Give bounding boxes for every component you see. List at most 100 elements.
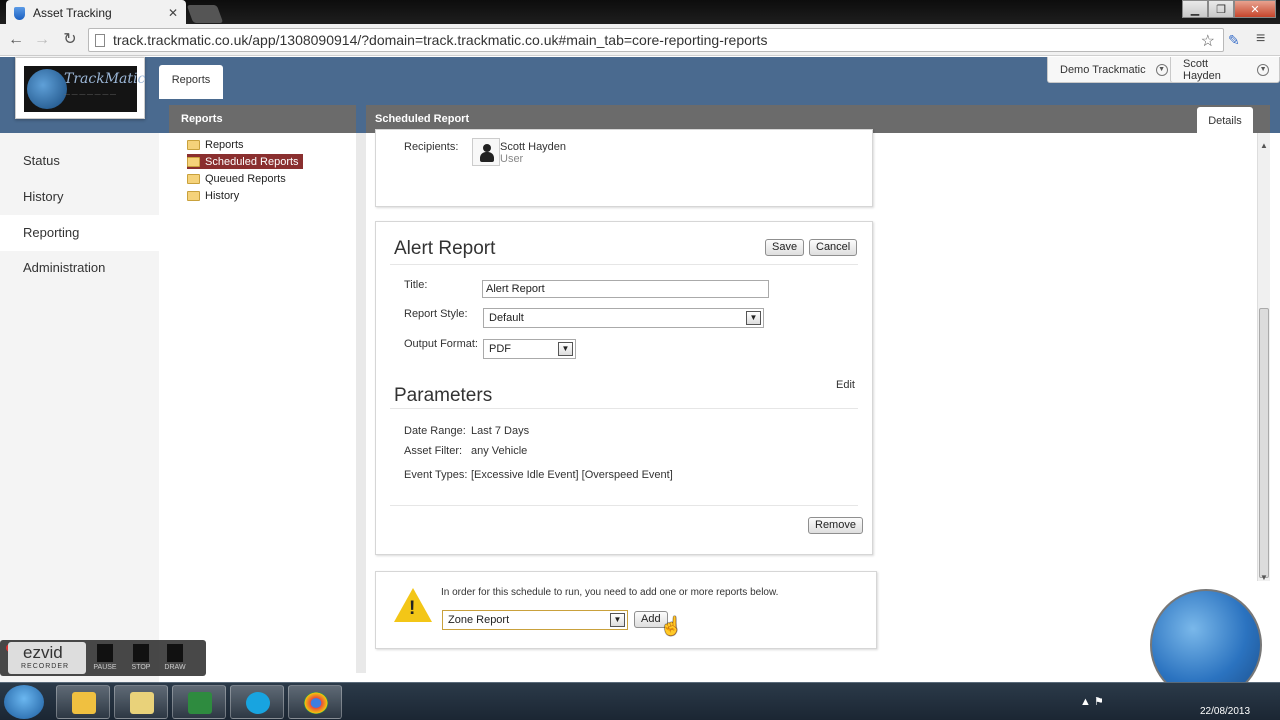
org-menu-label: Demo Trackmatic <box>1060 63 1146 76</box>
tab-close-icon[interactable]: ✕ <box>168 6 178 20</box>
taskbar-app-chrome[interactable] <box>288 685 342 719</box>
taskbar-clock: 22/08/2013 <box>1200 706 1251 717</box>
chevron-down-icon: ▼ <box>1155 63 1168 76</box>
close-window-icon[interactable]: ✕ <box>1234 0 1276 18</box>
recipients-card: Recipients: Scott Hayden User <box>375 129 873 207</box>
panel-divider[interactable] <box>356 133 366 673</box>
tree-item-reports[interactable]: Reports <box>187 137 248 152</box>
output-format-select[interactable]: PDF ▼ <box>483 339 576 359</box>
tab-reports[interactable]: Reports <box>159 65 223 99</box>
chevron-down-icon: ▼ <box>610 613 625 627</box>
menu-icon[interactable]: ≡ <box>1256 30 1265 48</box>
new-tab-button[interactable] <box>186 5 224 23</box>
taskbar-app-outlook[interactable] <box>56 685 110 719</box>
tree-item-queued-reports[interactable]: Queued Reports <box>187 171 290 186</box>
event-types-value: [Excessive Idle Event] [Overspeed Event] <box>471 469 673 481</box>
pause-icon <box>97 644 113 662</box>
logo[interactable]: TrackMatic — — — — — — — <box>15 57 145 119</box>
reports-tree: Reports Scheduled Reports Queued Reports… <box>169 133 356 673</box>
remove-button[interactable]: Remove <box>808 517 863 534</box>
date-range-label: Date Range: <box>404 425 466 437</box>
taskbar-app-skype[interactable] <box>230 685 284 719</box>
forward-icon[interactable]: → <box>32 30 52 50</box>
draw-button[interactable]: DRAW <box>161 644 189 674</box>
system-tray[interactable]: ▲ ⚑ <box>1080 695 1104 708</box>
excel-icon <box>188 692 212 714</box>
stop-icon <box>133 644 149 662</box>
tree-item-history[interactable]: History <box>187 188 243 203</box>
stop-button[interactable]: STOP <box>127 644 155 674</box>
browser-tab-strip: Asset Tracking ✕ ▁ ❐ ✕ <box>0 0 1280 26</box>
divider <box>390 264 858 265</box>
tree-item-label: Queued Reports <box>205 172 286 185</box>
tree-item-label: Scheduled Reports <box>205 155 299 168</box>
event-types-label: Event Types: <box>404 469 468 481</box>
tree-item-scheduled-reports[interactable]: Scheduled Reports <box>187 154 303 169</box>
browser-toolbar: ← → ↻ track.trackmatic.co.uk/app/1308090… <box>0 24 1280 56</box>
add-report-card: ! In order for this schedule to run, you… <box>375 571 877 649</box>
scroll-up-icon[interactable]: ▲ <box>1260 141 1268 150</box>
recipients-label: Recipients: <box>404 141 459 153</box>
back-icon[interactable]: ← <box>6 30 26 50</box>
schedule-warning-message: In order for this schedule to run, you n… <box>441 587 779 598</box>
bookmark-star-icon[interactable]: ☆ <box>1201 31 1215 51</box>
tree-panel-header: Reports <box>169 105 356 133</box>
nav-item-status[interactable]: Status <box>0 143 159 179</box>
report-style-select[interactable]: Default ▼ <box>483 308 764 328</box>
report-card: Alert Report Save Cancel Title: Alert Re… <box>375 221 873 555</box>
globe-icon <box>27 69 67 109</box>
chrome-icon <box>304 692 328 714</box>
report-title: Alert Report <box>394 238 496 259</box>
window-controls: ▁ ❐ ✕ <box>1182 0 1276 18</box>
url-text: track.trackmatic.co.uk/app/1308090914/?d… <box>113 32 768 48</box>
reload-icon[interactable]: ↻ <box>60 30 80 50</box>
asset-filter-label: Asset Filter: <box>404 445 463 457</box>
recipient-role: User <box>500 153 524 165</box>
nav-item-administration[interactable]: Administration <box>0 250 159 286</box>
save-button[interactable]: Save <box>765 239 805 256</box>
divider <box>390 505 858 506</box>
page-icon <box>95 33 105 47</box>
nav-item-history[interactable]: History <box>0 179 159 215</box>
folder-icon <box>187 139 200 150</box>
scrollbar-thumb[interactable] <box>1259 308 1269 578</box>
report-type-select[interactable]: Zone Report ▼ <box>442 610 628 630</box>
ezvid-recorder-overlay: ezvid RECORDER PAUSE STOP DRAW <box>0 640 206 676</box>
pause-button[interactable]: PAUSE <box>91 644 119 674</box>
taskbar-app-excel[interactable] <box>172 685 226 719</box>
minimize-icon[interactable]: ▁ <box>1182 0 1208 18</box>
output-format-label: Output Format: <box>404 338 478 350</box>
maximize-icon[interactable]: ❐ <box>1208 0 1234 18</box>
folder-icon <box>187 190 200 201</box>
browser-tab[interactable]: Asset Tracking ✕ <box>6 0 186 26</box>
date-range-value: Last 7 Days <box>471 425 530 437</box>
cancel-button[interactable]: Cancel <box>809 239 858 256</box>
nav-item-reporting[interactable]: Reporting <box>0 215 159 251</box>
tree-item-label: Reports <box>205 138 244 151</box>
hand-cursor-icon: ☝ <box>660 616 683 636</box>
recipient-name: Scott Hayden <box>500 141 567 153</box>
folder-icon <box>187 173 200 184</box>
logo-image: TrackMatic — — — — — — — <box>24 66 145 112</box>
tab-details[interactable]: Details <box>1197 107 1253 135</box>
taskbar: ▲ ⚑ <box>0 682 1280 720</box>
ezvid-logo: ezvid RECORDER <box>8 642 86 674</box>
folder-icon <box>187 156 200 167</box>
main-content: Recipients: Scott Hayden User Alert Repo… <box>366 129 1257 680</box>
start-button[interactable] <box>4 685 44 719</box>
logo-text: TrackMatic <box>64 71 146 87</box>
user-menu[interactable]: Scott Hayden ▼ <box>1170 57 1280 83</box>
taskbar-app-explorer[interactable] <box>114 685 168 719</box>
report-style-label: Report Style: <box>404 308 468 320</box>
mail-icon <box>72 692 96 714</box>
skype-icon <box>246 692 270 714</box>
address-bar[interactable]: track.trackmatic.co.uk/app/1308090914/?d… <box>88 28 1224 52</box>
user-menu-label: Scott Hayden <box>1183 57 1221 82</box>
favicon-icon <box>14 6 25 20</box>
asset-filter-value: any Vehicle <box>471 445 528 457</box>
org-menu[interactable]: Demo Trackmatic ▼ <box>1047 57 1179 83</box>
chevron-down-icon: ▼ <box>558 342 573 356</box>
extension-icon[interactable]: ✎ <box>1228 32 1240 49</box>
title-field[interactable]: Alert Report <box>482 280 769 298</box>
edit-link[interactable]: Edit <box>836 379 855 391</box>
